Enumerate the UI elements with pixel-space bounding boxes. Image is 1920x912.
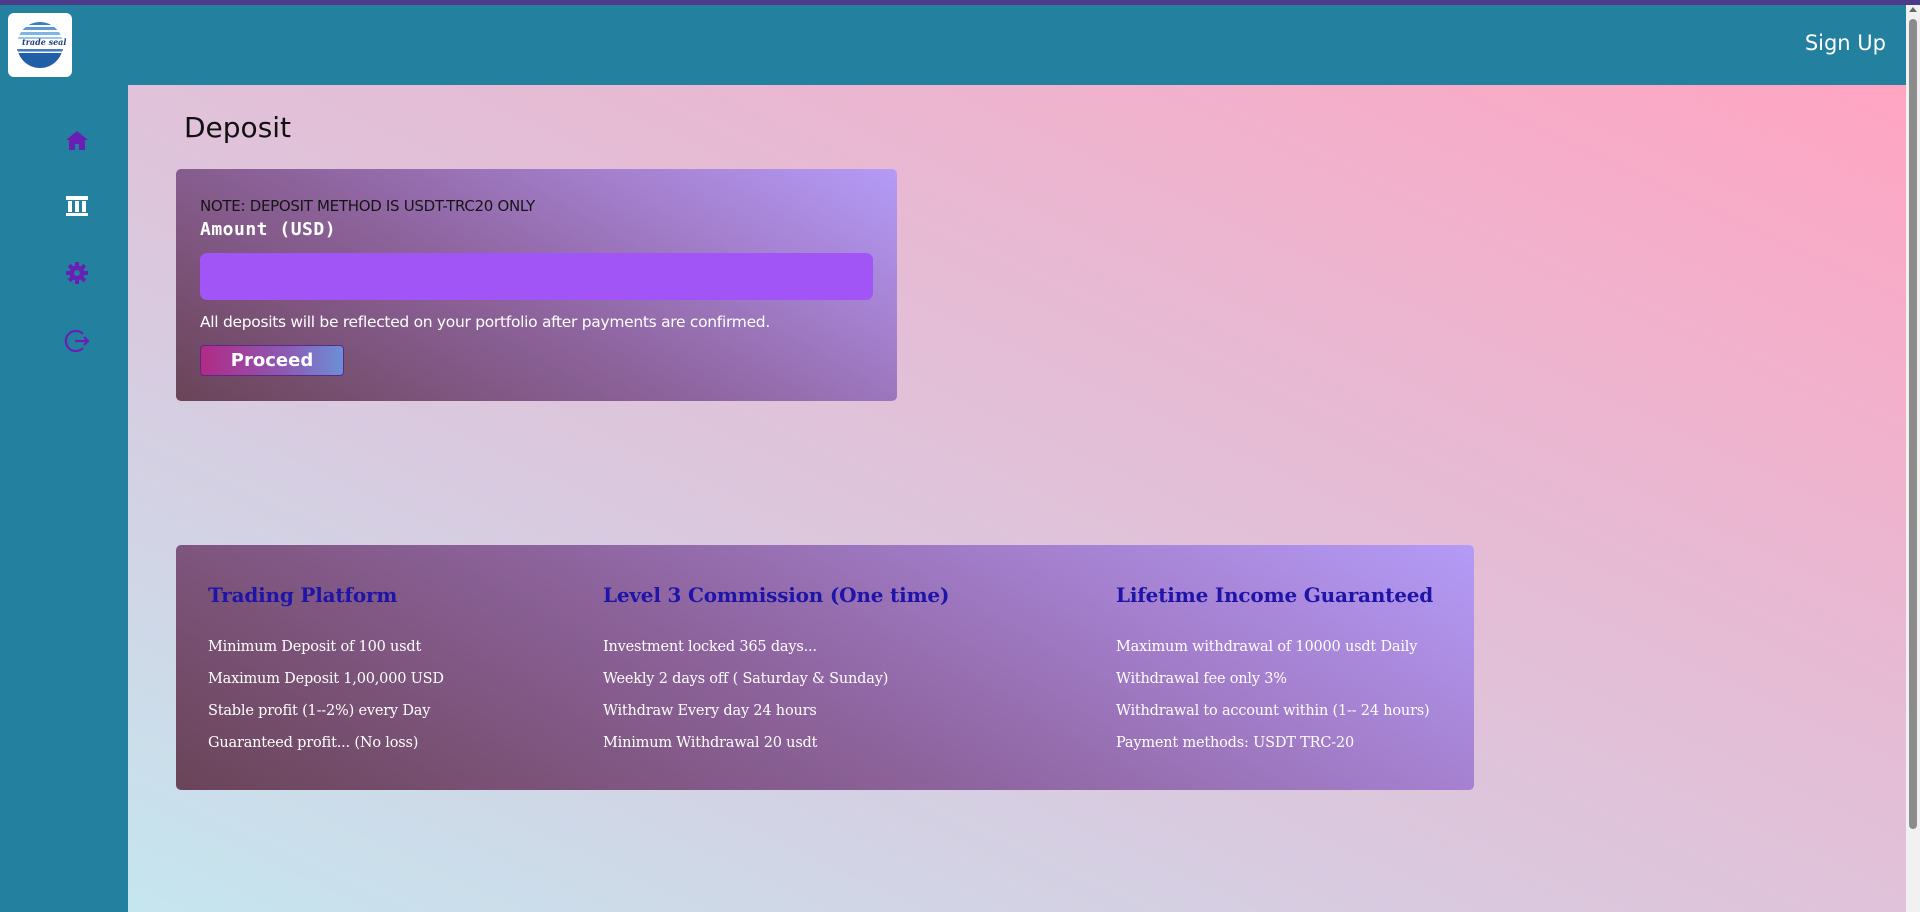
deposit-card: NOTE: DEPOSIT METHOD IS USDT-TRC20 ONLY …	[176, 169, 897, 401]
list-item: Withdrawal to account within (1-- 24 hou…	[1116, 703, 1430, 719]
sidebar	[0, 85, 128, 912]
amount-label: Amount (USD)	[200, 219, 337, 240]
feature-list: Investment locked 365 days... Weekly 2 d…	[603, 631, 949, 759]
sidebar-item-home[interactable]	[62, 125, 92, 155]
brand-logo[interactable]: trade seal	[8, 13, 72, 77]
feature-list: Maximum withdrawal of 10000 usdt Daily W…	[1116, 631, 1433, 759]
list-item: Withdraw Every day 24 hours	[603, 703, 817, 719]
column-title: Lifetime Income Guaranteed	[1116, 583, 1434, 607]
sidebar-item-settings[interactable]	[62, 258, 92, 288]
list-item: Minimum Deposit of 100 usdt	[208, 639, 422, 655]
proceed-button[interactable]: Proceed	[200, 345, 344, 376]
main-content: Deposit NOTE: DEPOSIT METHOD IS USDT-TRC…	[128, 85, 1906, 912]
list-item: Minimum Withdrawal 20 usdt	[603, 735, 818, 751]
list-item: Stable profit (1--2%) every Day	[208, 703, 431, 719]
list-item: Maximum withdrawal of 10000 usdt Daily	[1116, 639, 1418, 655]
column-title: Trading Platform	[208, 583, 398, 607]
bank-icon	[66, 196, 88, 216]
deposit-method-note: NOTE: DEPOSIT METHOD IS USDT-TRC20 ONLY	[200, 197, 535, 215]
scrollbar-thumb[interactable]	[1909, 19, 1917, 829]
column-title: Level 3 Commission (One time)	[603, 583, 950, 607]
info-column-lifetime-income: Lifetime Income Guaranteed Maximum withd…	[1116, 583, 1433, 759]
page-scrollbar[interactable]	[1906, 5, 1920, 912]
scroll-up-arrow-icon[interactable]	[1909, 7, 1917, 12]
list-item: Withdrawal fee only 3%	[1116, 671, 1287, 687]
logout-icon	[64, 329, 90, 353]
info-column-commission: Level 3 Commission (One time) Investment…	[603, 583, 949, 759]
list-item: Investment locked 365 days...	[603, 639, 817, 655]
sidebar-item-bank[interactable]	[62, 191, 92, 221]
amount-input[interactable]	[200, 253, 873, 300]
list-item: Guaranteed profit... (No loss)	[208, 735, 419, 751]
signup-link[interactable]: Sign Up	[1805, 31, 1886, 55]
deposit-info-text: All deposits will be reflected on your p…	[200, 313, 770, 331]
list-item: Maximum Deposit 1,00,000 USD	[208, 671, 444, 687]
sidebar-item-logout[interactable]	[62, 326, 92, 356]
feature-list: Minimum Deposit of 100 usdt Maximum Depo…	[208, 631, 444, 759]
page-title: Deposit	[184, 111, 292, 144]
logo-text: trade seal	[22, 37, 67, 47]
home-icon	[66, 131, 88, 150]
list-item: Weekly 2 days off ( Saturday & Sunday)	[603, 671, 889, 687]
list-item: Payment methods: USDT TRC-20	[1116, 735, 1354, 751]
top-header: trade seal Sign Up	[0, 5, 1906, 85]
info-column-trading-platform: Trading Platform Minimum Deposit of 100 …	[208, 583, 444, 759]
gear-icon	[66, 262, 88, 284]
info-card: Trading Platform Minimum Deposit of 100 …	[176, 545, 1474, 790]
